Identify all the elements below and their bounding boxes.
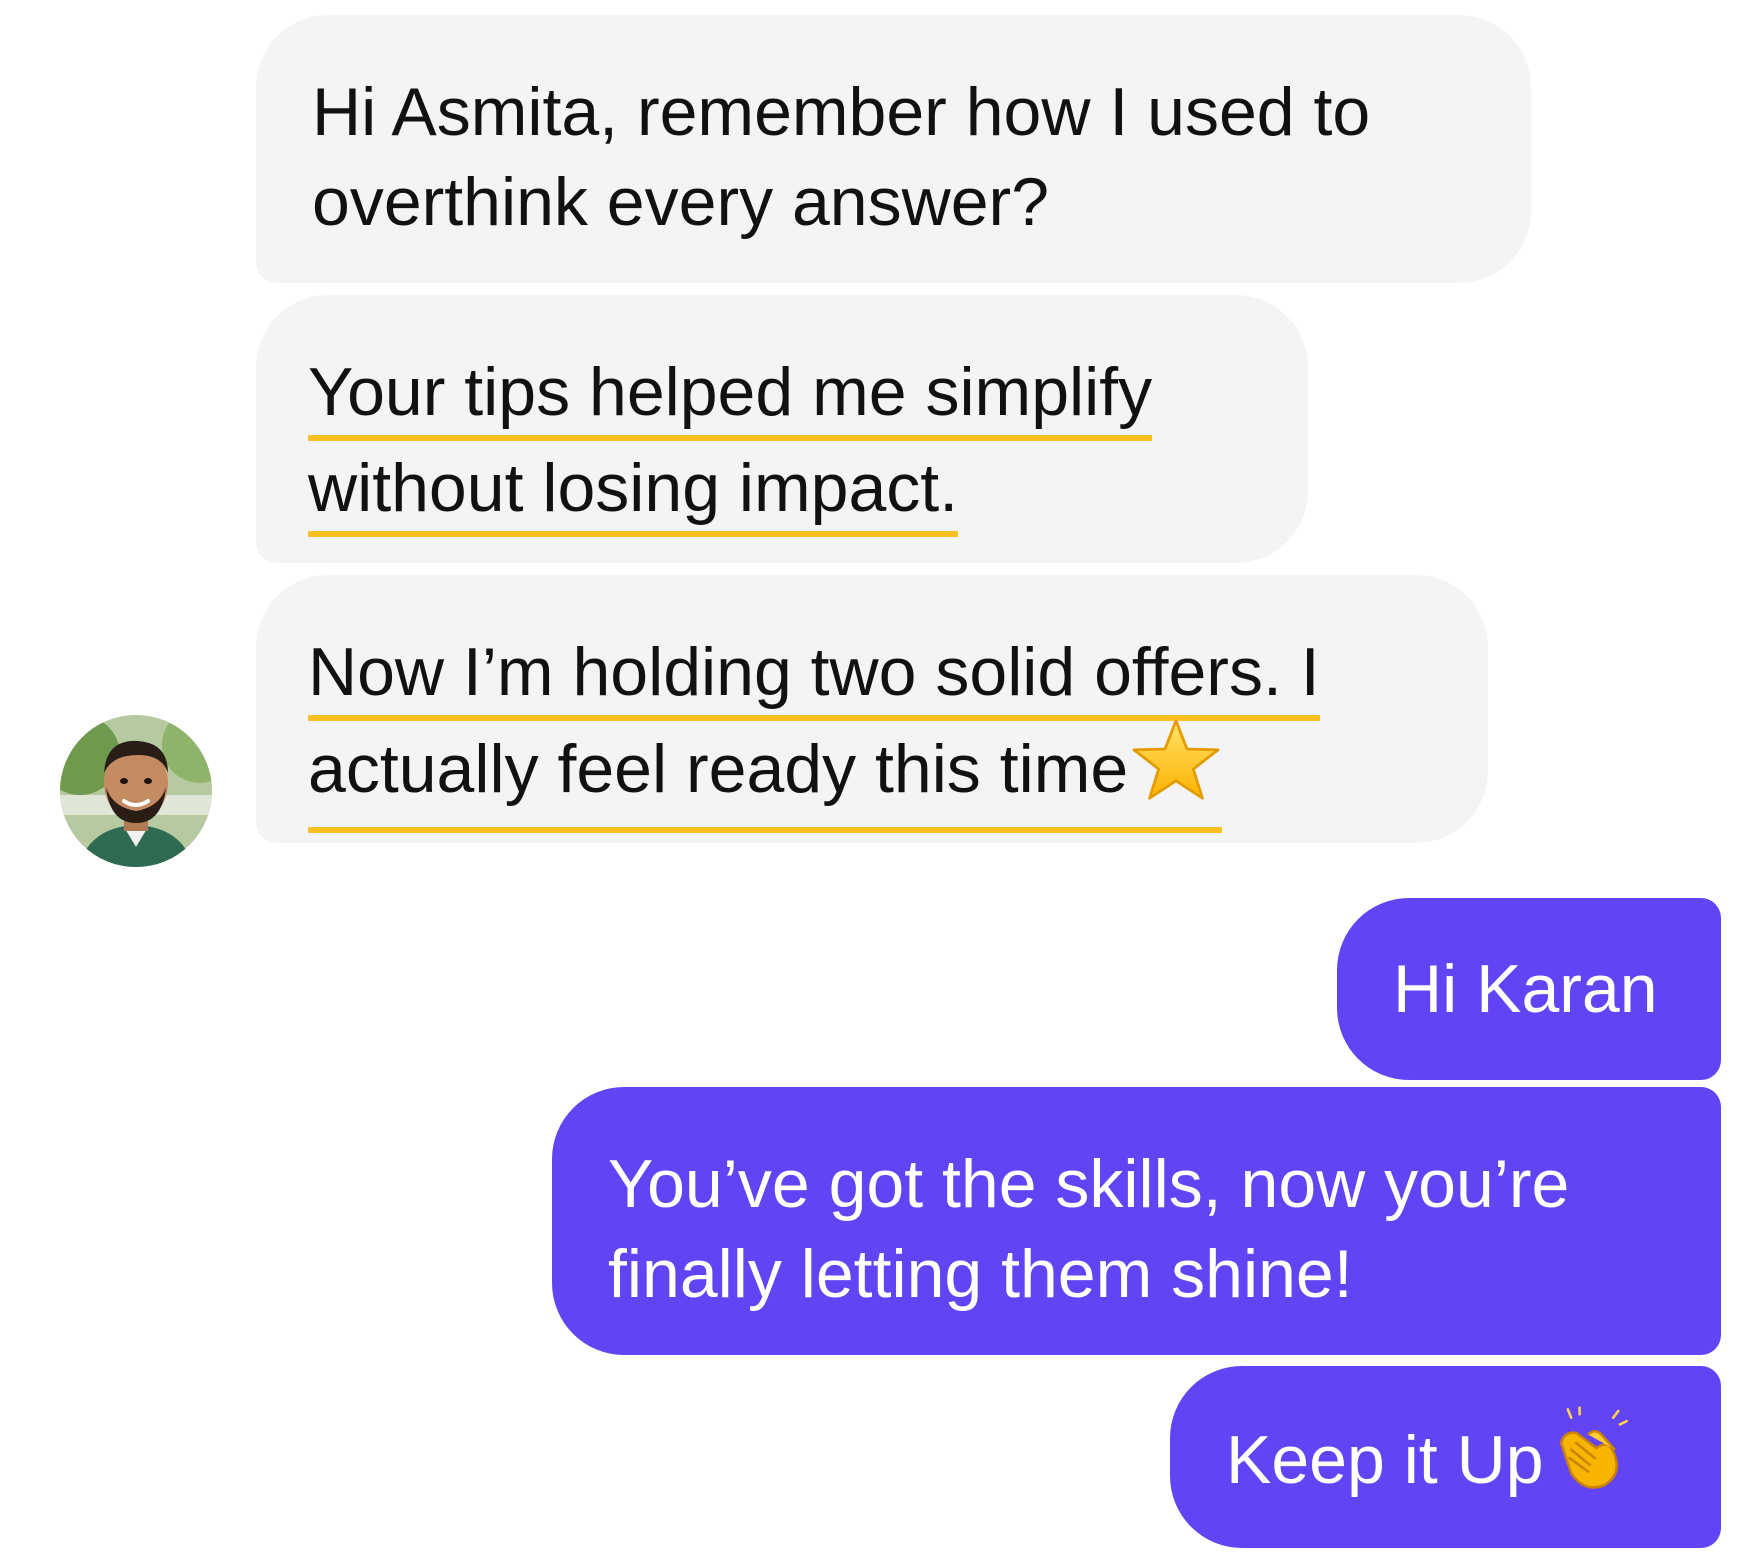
highlighted-text-line-2: actually feel ready this time [308, 719, 1223, 833]
incoming-message-3[interactable]: Now I’m holding two solid offers. I actu… [256, 575, 1488, 843]
message-text: Hi Karan [1393, 951, 1658, 1027]
message-text: Keep it Up [1226, 1421, 1544, 1498]
outgoing-message-3[interactable]: Keep it Up [1170, 1366, 1721, 1548]
message-text: actually feel ready this time [308, 730, 1129, 807]
highlighted-text-line-1: Your tips helped me simplify [308, 351, 1153, 441]
outgoing-message-1[interactable]: Hi Karan [1337, 898, 1721, 1080]
outgoing-message-2[interactable]: You’ve got the skills, now you’re finall… [552, 1087, 1721, 1355]
message-text-line-2: overthink every answer? [312, 164, 1050, 240]
star-emoji-icon [1130, 717, 1222, 819]
avatar[interactable] [60, 715, 212, 867]
incoming-message-1[interactable]: Hi Asmita, remember how I used to overth… [256, 15, 1531, 283]
highlighted-text-line-1: Now I’m holding two solid offers. I [308, 631, 1320, 721]
clapping-hands-emoji-icon [1546, 1406, 1630, 1512]
incoming-message-2[interactable]: Your tips helped me simplify without los… [256, 295, 1308, 563]
message-text-line-1: Hi Asmita, remember how I used to [312, 74, 1371, 150]
message-text-line-2: finally letting them shine! [608, 1236, 1353, 1312]
message-text-line-1: You’ve got the skills, now you’re [608, 1146, 1570, 1222]
avatar-photo [60, 715, 212, 867]
highlighted-text-line-2: without losing impact. [308, 447, 959, 537]
